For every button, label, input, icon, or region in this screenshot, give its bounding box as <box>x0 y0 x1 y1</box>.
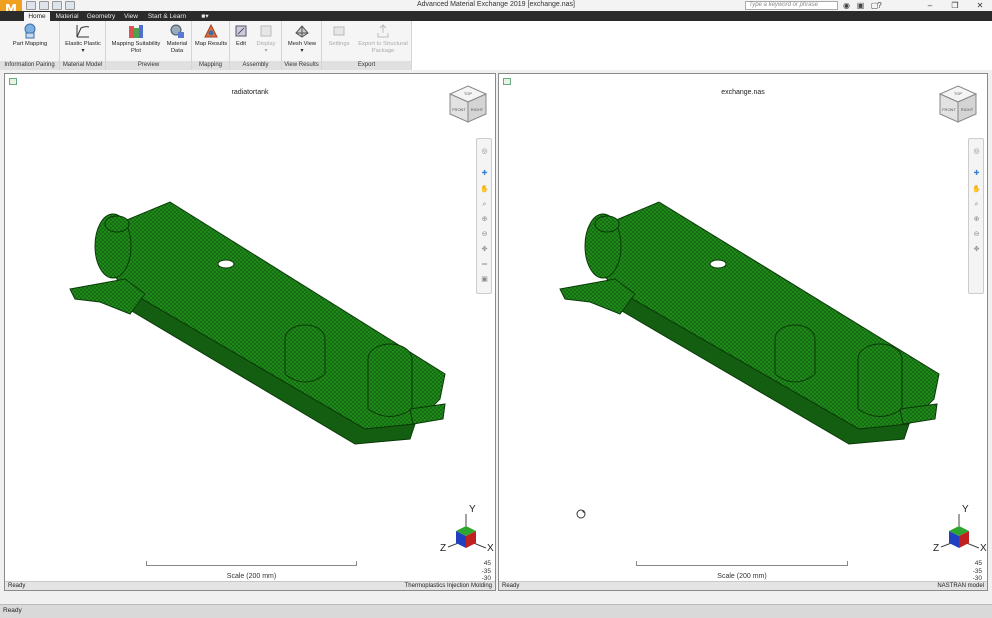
close-button[interactable]: ✕ <box>968 0 992 11</box>
viewport-status-bar: Ready NASTRAN model <box>499 581 987 590</box>
view-angles: 45 -35 -30 <box>972 560 982 582</box>
map-results-button[interactable]: Map Results <box>193 23 229 48</box>
group-label: Assembly <box>230 61 281 70</box>
group-export: Settings Export to Structural Package Exp… <box>322 21 412 70</box>
group-label: View Results <box>282 61 321 70</box>
settings-button[interactable]: Settings <box>324 23 354 48</box>
tab-material[interactable]: Material <box>52 12 82 21</box>
axis-triad-icon: Y X Z <box>933 504 987 554</box>
viewport-left[interactable]: radiatortank TOP FRONT RIGHT ◎ ✚ ✋ ⌕ ⊕ ⊖… <box>4 73 496 591</box>
svg-text:Y: Y <box>962 504 969 515</box>
undo-icon[interactable] <box>52 1 62 10</box>
open-icon[interactable] <box>26 1 36 10</box>
viewport-status-bar: Ready Thermoplastics Injection Molding <box>5 581 495 590</box>
svg-text:X: X <box>980 543 987 554</box>
view-angles: 45 -35 -30 <box>481 560 491 582</box>
minimize-button[interactable]: – <box>918 0 942 11</box>
maximize-button[interactable]: ❐ <box>943 0 967 11</box>
svg-text:Y: Y <box>469 504 476 515</box>
svg-text:Z: Z <box>933 543 939 554</box>
suitability-plot-icon <box>129 25 143 38</box>
scale-bar <box>146 561 357 566</box>
group-label: Export <box>322 61 411 70</box>
tab-home[interactable]: Home <box>24 12 50 21</box>
settings-icon <box>333 26 345 36</box>
tab-start-learn[interactable]: Start & Learn <box>145 12 189 21</box>
group-assembly: Edit Display ▾ Assembly <box>230 21 282 70</box>
group-view-results: Mesh View ▾ View Results <box>282 21 322 70</box>
material-data-button[interactable]: Material Data <box>164 23 190 54</box>
help-icon[interactable]: ? <box>874 0 885 11</box>
tab-extra-icon[interactable]: ■▾ <box>197 12 213 21</box>
part-mapping-icon <box>24 23 36 39</box>
tab-view[interactable]: View <box>120 12 142 21</box>
group-information-pairing: Part Mapping Information Pairing <box>0 21 60 70</box>
group-preview: Mapping Suitability Plot Material Data Pre… <box>106 21 192 70</box>
elastic-plastic-button[interactable]: Elastic Plastic ▾ <box>62 23 104 54</box>
ribbon-empty-area <box>412 21 992 70</box>
group-label: Preview <box>106 61 191 70</box>
rotate-cursor-icon <box>576 509 586 519</box>
part-mapping-button[interactable]: Part Mapping <box>6 23 54 48</box>
binoculars-icon[interactable]: ◉ <box>841 0 852 11</box>
mapping-suitability-plot-button[interactable]: Mapping Suitability Plot <box>108 23 164 54</box>
edit-icon <box>235 25 247 37</box>
group-material-model: Elastic Plastic ▾ Material Model <box>60 21 106 70</box>
quick-access-dropdown-icon[interactable] <box>65 1 75 10</box>
tab-geometry[interactable]: Geometry <box>84 12 118 21</box>
save-icon[interactable] <box>39 1 49 10</box>
app-window: M Advanced Material Exchange 2019 [excha… <box>0 0 992 618</box>
map-results-icon <box>204 23 218 38</box>
title-bar: M Advanced Material Exchange 2019 [excha… <box>0 0 992 21</box>
group-mapping: Map Results Mapping <box>192 21 230 70</box>
group-label: Information Pairing <box>0 61 59 70</box>
material-data-icon <box>170 24 184 38</box>
group-label: Mapping <box>192 61 229 70</box>
display-button[interactable]: Display ▾ <box>252 23 280 54</box>
svg-text:X: X <box>487 543 494 554</box>
stress-strain-icon <box>76 25 90 38</box>
mesh-view-button[interactable]: Mesh View ▾ <box>284 23 320 54</box>
edit-button[interactable]: Edit <box>232 23 250 48</box>
viewport-right[interactable]: exchange.nas TOP FRONT RIGHT ◎ ✚ ✋ ⌕ ⊕ ⊖… <box>498 73 988 591</box>
cart-icon[interactable]: ▣ <box>855 0 866 11</box>
axis-triad-icon: Y X Z <box>440 504 494 554</box>
export-to-structural-package-button[interactable]: Export to Structural Package <box>355 23 411 54</box>
scale-label: Scale (200 mm) <box>717 573 767 580</box>
app-status-bar: Ready <box>0 604 992 618</box>
display-icon <box>260 25 272 37</box>
search-input[interactable]: Type a keyword or phrase <box>745 1 838 10</box>
scale-label: Scale (200 mm) <box>226 573 277 580</box>
mesh-model[interactable] <box>499 74 989 592</box>
mesh-model[interactable] <box>5 74 497 592</box>
svg-text:Z: Z <box>440 543 446 554</box>
mesh-view-icon <box>295 25 309 38</box>
ribbon-panel: Part Mapping Information Pairing Elastic… <box>0 21 412 70</box>
scale-bar <box>636 561 848 566</box>
export-icon <box>377 24 389 38</box>
group-label: Material Model <box>60 61 105 70</box>
ribbon-tab-bar: Home Material Geometry View Start & Lear… <box>0 11 992 21</box>
